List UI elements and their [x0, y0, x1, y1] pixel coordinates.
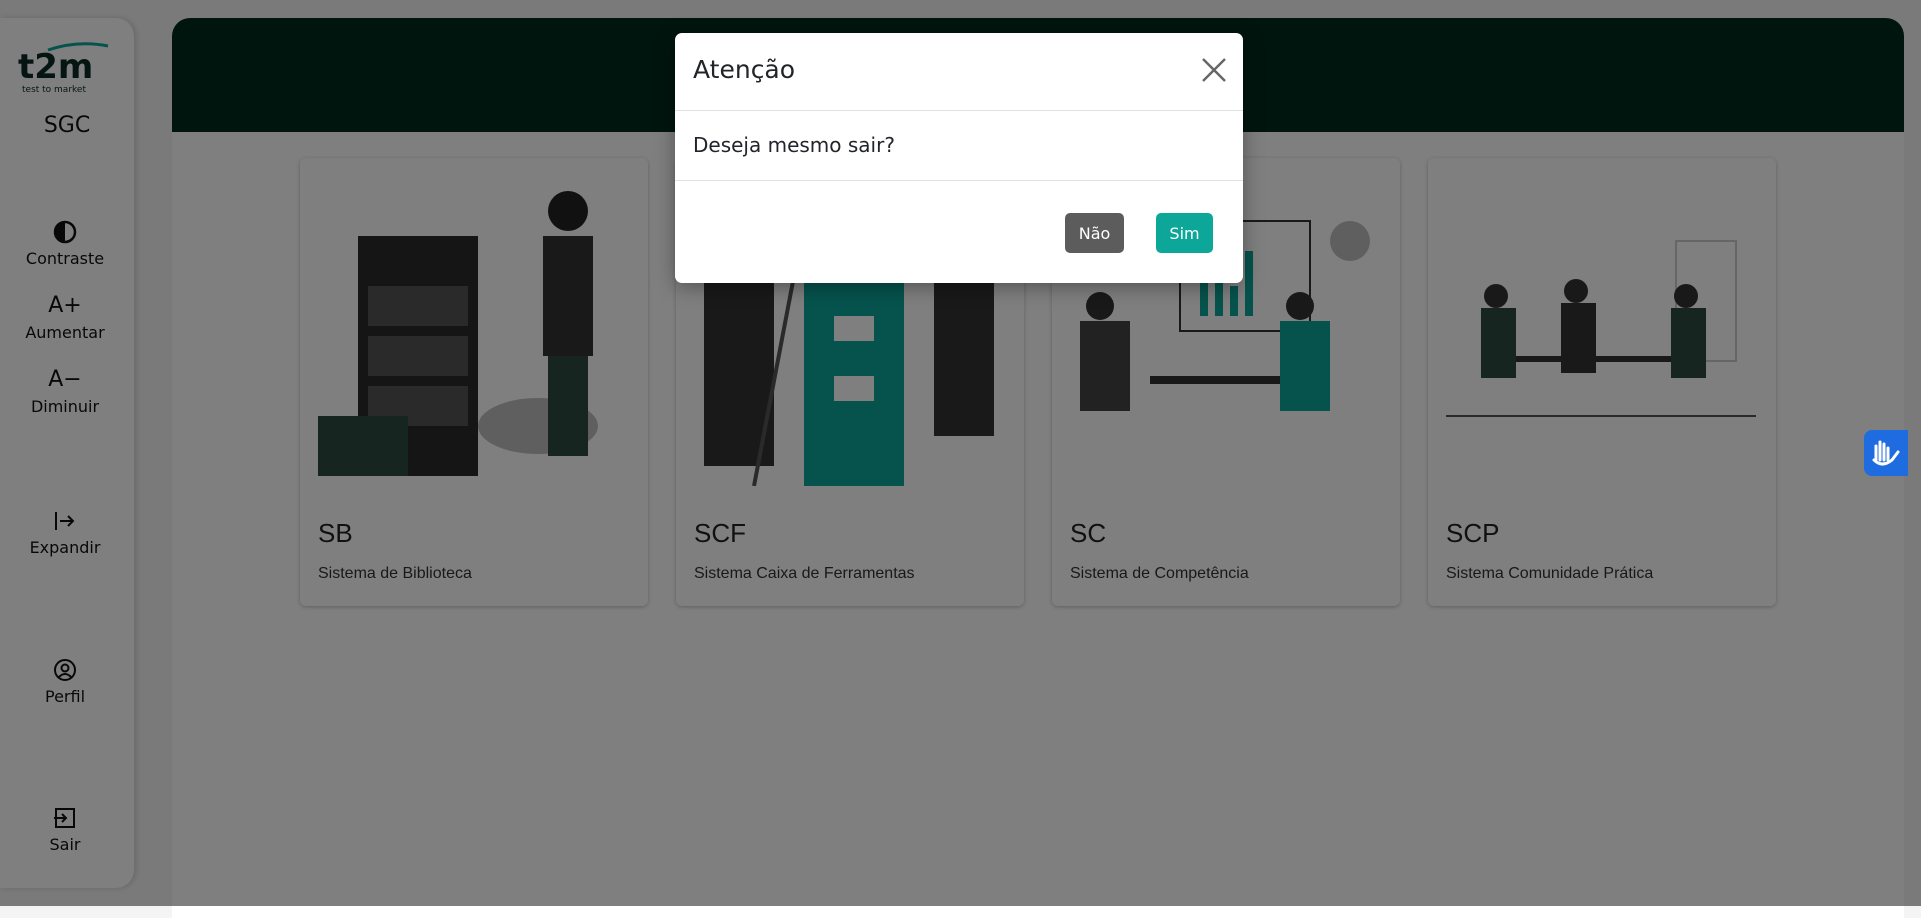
- close-icon[interactable]: [1199, 55, 1229, 85]
- modal-body: Deseja mesmo sair?: [675, 111, 1243, 181]
- no-button[interactable]: Não: [1065, 213, 1124, 253]
- modal-header: Atenção: [675, 33, 1243, 111]
- modal-message: Deseja mesmo sair?: [693, 133, 895, 157]
- modal-title: Atenção: [693, 55, 796, 84]
- logout-confirm-dialog: Atenção Deseja mesmo sair? Não Sim: [675, 33, 1243, 283]
- sign-language-widget[interactable]: [1864, 430, 1908, 476]
- hands-icon: [1872, 440, 1900, 466]
- yes-button[interactable]: Sim: [1156, 213, 1213, 253]
